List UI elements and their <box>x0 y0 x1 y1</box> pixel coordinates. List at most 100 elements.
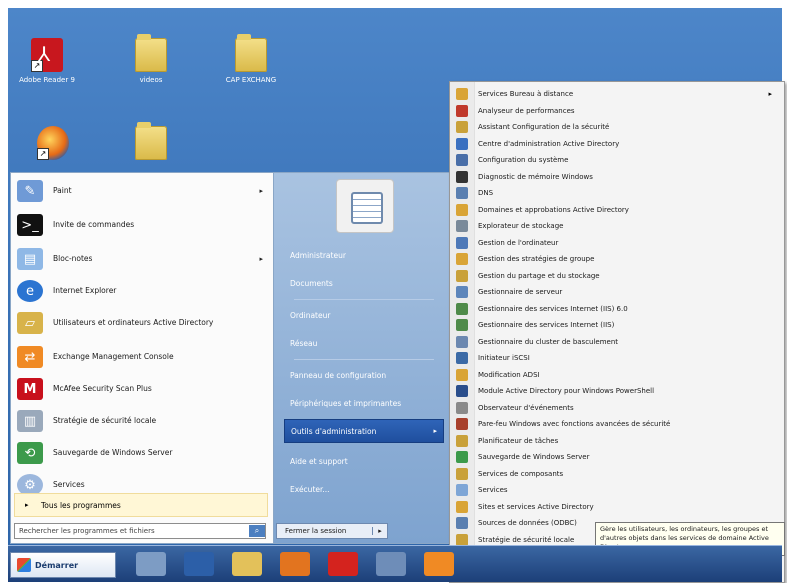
admin-tool-icon <box>456 302 468 315</box>
admin-tool-item[interactable]: Gestion du partage et du stockage <box>452 268 780 284</box>
admin-tool-item[interactable]: Sites et services Active Directory <box>452 499 780 515</box>
submenu-arrow-icon: ▸ <box>259 255 263 263</box>
mcafee-icon: M <box>17 378 43 400</box>
exchange-icon[interactable] <box>424 552 454 576</box>
start-search-box[interactable]: Rechercher les programmes et fichiers ⌕ <box>14 523 266 539</box>
explorer-icon[interactable] <box>232 552 262 576</box>
admin-tool-item[interactable]: Pare-feu Windows avec fonctions avancées… <box>452 416 780 432</box>
admin-tool-item[interactable]: Services <box>452 482 780 498</box>
admin-tool-item[interactable]: Gestionnaire des services Internet (IIS)… <box>452 301 780 317</box>
ie-icon: e <box>17 280 43 302</box>
desktop-icon-label: videos <box>139 76 163 84</box>
start-item-ad-users[interactable]: ▱ Utilisateurs et ordinateurs Active Dir… <box>17 309 269 337</box>
admin-tool-item[interactable]: Sauvegarde de Windows Server <box>452 449 780 465</box>
admin-tool-item[interactable]: Gestion des stratégies de groupe <box>452 251 780 267</box>
logoff-arrow-icon[interactable]: ▸ <box>372 527 387 535</box>
admin-tool-item[interactable]: Services de composants <box>452 466 780 482</box>
admin-tool-item[interactable]: Explorateur de stockage <box>452 218 780 234</box>
admin-tool-icon <box>456 88 468 100</box>
start-right-label: Ordinateur <box>290 310 331 320</box>
admin-tool-icon <box>456 203 468 216</box>
start-item-notepad[interactable]: ▤ Bloc-notes ▸ <box>17 245 269 273</box>
desktop-icon-folder[interactable] <box>116 122 186 164</box>
start-right-documents[interactable]: Documents <box>284 271 444 295</box>
start-item-label: Utilisateurs et ordinateurs Active Direc… <box>53 318 214 327</box>
start-right-label: Documents <box>290 278 333 288</box>
submenu-arrow-icon: ▸ <box>768 90 772 98</box>
start-right-aide[interactable]: Aide et support <box>284 449 444 473</box>
admin-tool-label: Diagnostic de mémoire Windows <box>478 172 593 181</box>
start-item-ie[interactable]: e Internet Explorer <box>17 277 269 305</box>
folder-icon <box>235 34 267 72</box>
all-programs-label: Tous les programmes <box>41 500 121 510</box>
admin-tool-item[interactable]: Initiateur iSCSI <box>452 350 780 366</box>
admin-tool-item[interactable]: Gestion de l'ordinateur <box>452 235 780 251</box>
start-item-cmd[interactable]: >_ Invite de commandes <box>17 211 269 239</box>
start-item-mcafee[interactable]: M McAfee Security Scan Plus <box>17 375 269 403</box>
admin-tool-item[interactable]: DNS <box>452 185 780 201</box>
admin-tool-item[interactable]: Domaines et approbations Active Director… <box>452 202 780 218</box>
start-right-reseau[interactable]: Réseau <box>284 331 444 355</box>
admin-tool-label: Configuration du système <box>478 156 569 164</box>
separator <box>294 299 434 300</box>
start-right-ordinateur[interactable]: Ordinateur <box>284 303 444 327</box>
start-right-label: Périphériques et imprimantes <box>290 398 402 408</box>
submenu-arrow-icon: ▸ <box>259 187 263 195</box>
start-item-backup[interactable]: ⟲ Sauvegarde de Windows Server <box>17 439 269 467</box>
admin-tool-item[interactable]: Centre d'administration Active Directory <box>452 136 780 152</box>
admin-tool-item[interactable]: Analyseur de performances <box>452 103 780 119</box>
admin-tool-label: Initiateur iSCSI <box>478 354 530 362</box>
submenu-arrow-icon: ▸ <box>433 427 437 435</box>
admin-tool-item[interactable]: Gestionnaire de serveur <box>452 284 780 300</box>
logoff-label: Fermer la session <box>285 527 347 535</box>
admin-tool-icon <box>456 154 468 166</box>
paint-icon: ✎ <box>17 180 43 202</box>
admin-tool-icon <box>456 253 468 265</box>
desktop-icon-videos[interactable]: videos <box>116 34 186 84</box>
admin-tool-label: Services <box>478 486 508 494</box>
opera-icon[interactable] <box>328 552 358 576</box>
admin-tool-item[interactable]: Services Bureau à distance ▸ <box>452 86 780 102</box>
desktop-icon-cap-exchang[interactable]: CAP EXCHANG <box>216 34 286 84</box>
firefox-icon[interactable] <box>280 552 310 576</box>
start-right-outils-administration[interactable]: Outils d'administration ▸ <box>284 419 444 443</box>
windows-flag-icon <box>17 558 31 572</box>
powershell-icon[interactable] <box>184 552 214 576</box>
start-item-label: Internet Explorer <box>53 286 117 295</box>
admin-tool-label: Planificateur de tâches <box>478 436 559 445</box>
admin-tool-item[interactable]: Module Active Directory pour Windows Pow… <box>452 383 780 399</box>
admin-tool-label: Explorateur de stockage <box>478 222 564 230</box>
admin-tool-icon <box>456 418 468 430</box>
admin-tool-item[interactable]: Configuration du système <box>452 152 780 168</box>
admin-tools-submenu: Services Bureau à distance ▸ Analyseur de … <box>449 81 785 583</box>
admin-tool-icon <box>456 533 468 546</box>
desktop-icon-firefox[interactable]: ↗ <box>18 126 88 164</box>
start-item-label: Paint <box>53 186 72 195</box>
all-programs-button[interactable]: ▸ Tous les programmes <box>14 493 268 517</box>
search-icon[interactable]: ⌕ <box>249 525 265 537</box>
server-manager-icon[interactable] <box>136 552 166 576</box>
admin-tool-icon <box>456 451 468 463</box>
logoff-button[interactable]: Fermer la session ▸ <box>276 523 388 539</box>
start-item-exchange[interactable]: ⇄ Exchange Management Console <box>17 343 269 371</box>
window-icon[interactable] <box>376 552 406 576</box>
start-right-panneau-configuration[interactable]: Panneau de configuration <box>284 363 444 387</box>
admin-tool-item[interactable]: Assistant Configuration de la sécurité <box>452 119 780 135</box>
start-right-administrateur[interactable]: Administrateur <box>284 243 444 267</box>
start-item-security-policy[interactable]: ▥ Stratégie de sécurité locale <box>17 407 269 435</box>
admin-tool-item[interactable]: Gestionnaire des services Internet (IIS) <box>452 317 780 333</box>
start-button[interactable]: Démarrer <box>10 552 116 578</box>
admin-tool-label: Gestion de l'ordinateur <box>478 238 559 247</box>
start-right-peripheriques[interactable]: Périphériques et imprimantes <box>284 391 444 415</box>
start-item-paint[interactable]: ✎ Paint ▸ <box>17 177 269 205</box>
start-menu-right-pane: Administrateur Documents Ordinateur Rése… <box>273 172 458 544</box>
admin-tool-item[interactable]: Observateur d'événements <box>452 400 780 416</box>
desktop-icon-adobe-reader[interactable]: ↗ Adobe Reader 9 <box>12 38 82 84</box>
admin-tool-item[interactable]: Planificateur de tâches <box>452 433 780 449</box>
admin-tool-icon <box>456 121 468 133</box>
admin-tool-item[interactable]: Diagnostic de mémoire Windows <box>452 169 780 185</box>
search-input[interactable]: Rechercher les programmes et fichiers <box>19 527 249 535</box>
admin-tool-item[interactable]: Modification ADSI <box>452 367 780 383</box>
start-right-executer[interactable]: Exécuter... <box>284 477 444 501</box>
admin-tool-item[interactable]: Gestionnaire du cluster de basculement <box>452 334 780 350</box>
